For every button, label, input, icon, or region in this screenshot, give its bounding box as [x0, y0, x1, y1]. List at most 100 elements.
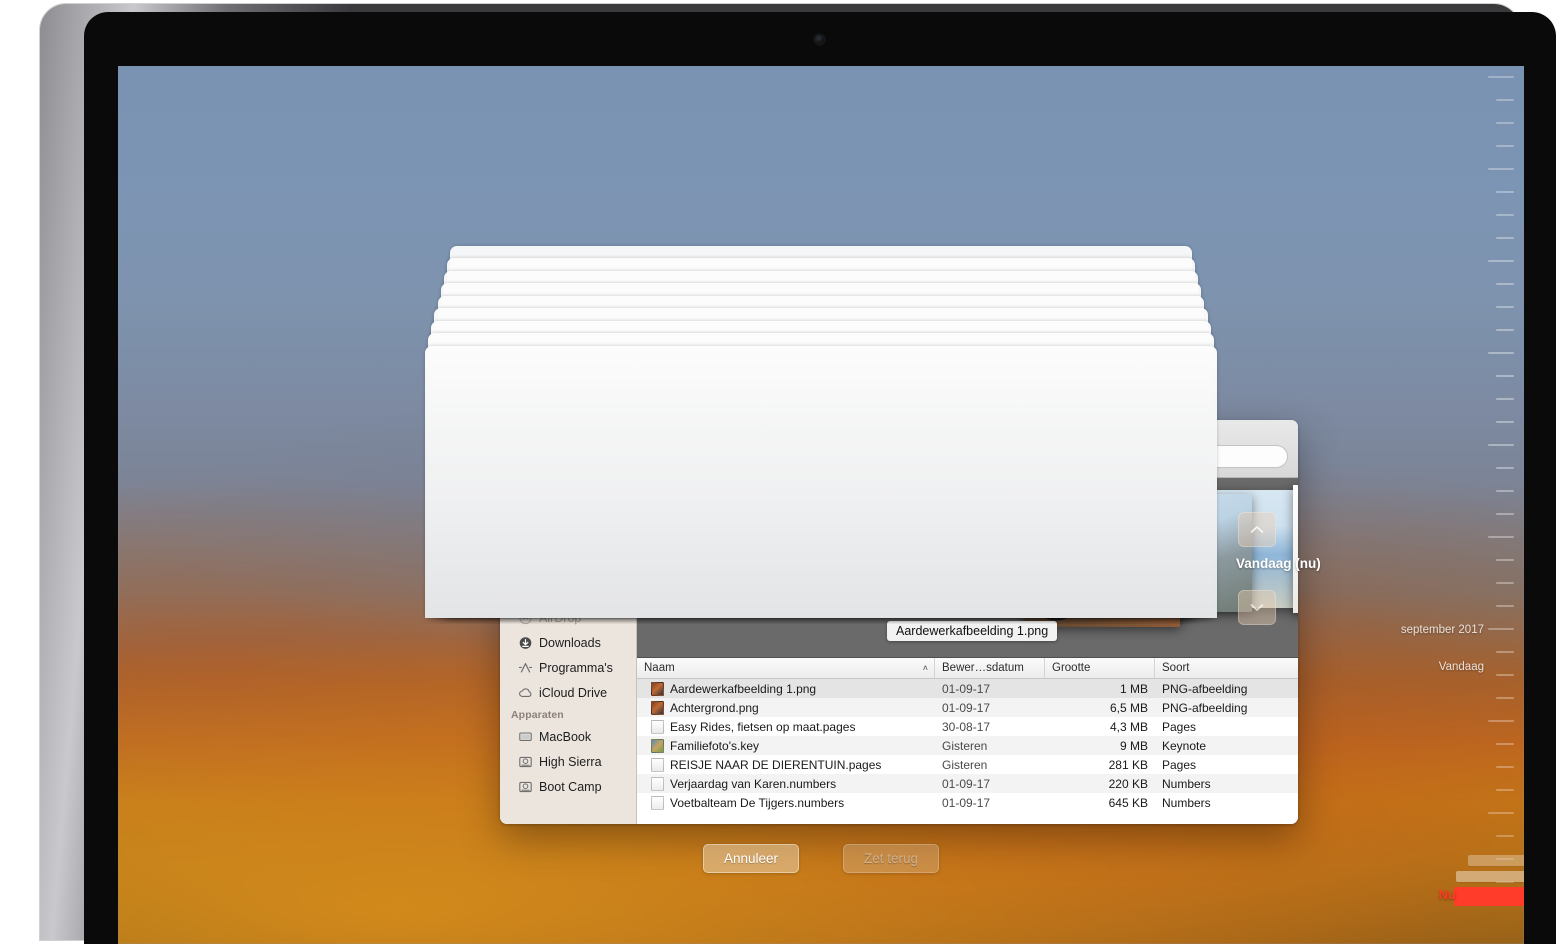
- timeline-tick: [1488, 720, 1514, 722]
- timeline-tick: [1496, 605, 1514, 607]
- file-name: Voetbalteam De Tijgers.numbers: [670, 796, 844, 810]
- cell-size: 645 KB: [1045, 796, 1155, 810]
- timeline-tick: [1496, 674, 1514, 676]
- numbers-doc-icon: [651, 777, 664, 791]
- cell-size: 220 KB: [1045, 777, 1155, 791]
- timeline-now-bar[interactable]: [1454, 887, 1524, 906]
- cell-kind: Pages: [1155, 758, 1298, 772]
- cell-kind: Numbers: [1155, 796, 1298, 810]
- timemachine-previous-button[interactable]: [1238, 512, 1276, 547]
- file-list-pane[interactable]: Naam ˄ Bewer…sdatum Grootte Soort Aardewerka…: [637, 658, 1298, 824]
- numbers-doc-icon: [651, 796, 664, 810]
- icloud-icon: [518, 686, 533, 700]
- sidebar-item-macbook[interactable]: MacBook: [500, 724, 636, 749]
- timeline-tick: [1488, 536, 1514, 538]
- timeline-tick: [1488, 352, 1514, 354]
- restore-button[interactable]: Zet terug: [843, 844, 939, 873]
- timeline-tick: [1496, 582, 1514, 584]
- applications-icon: [518, 661, 533, 675]
- table-row[interactable]: Aardewerkafbeelding 1.png01-09-171 MBPNG…: [637, 679, 1298, 698]
- timemachine-action-bar: Annuleer Zet terug: [118, 844, 1524, 873]
- cell-kind: Keynote: [1155, 739, 1298, 753]
- keynote-doc-icon: [651, 739, 664, 753]
- cell-kind: PNG-afbeelding: [1155, 682, 1298, 696]
- harddisk-icon: [518, 755, 533, 769]
- timeline-tick: [1496, 214, 1514, 216]
- cell-name: Aardewerkafbeelding 1.png: [637, 682, 935, 696]
- file-name: Easy Rides, fietsen op maat.pages: [670, 720, 855, 734]
- sidebar-item-icloud-drive[interactable]: iCloud Drive: [500, 680, 636, 705]
- timeline-tick: [1488, 168, 1514, 170]
- column-header-size[interactable]: Grootte: [1045, 658, 1155, 678]
- timeline-tick: [1496, 513, 1514, 515]
- table-row[interactable]: Familiefoto's.keyGisteren9 MBKeynote: [637, 736, 1298, 755]
- downloads-icon: [518, 636, 533, 650]
- cell-date: Gisteren: [935, 739, 1045, 753]
- column-header-label: Naam: [644, 662, 675, 674]
- timeline-tick: [1496, 651, 1514, 653]
- timeline-tick: [1496, 743, 1514, 745]
- sidebar-item-high-sierra[interactable]: High Sierra: [500, 749, 636, 774]
- table-row[interactable]: Achtergrond.png01-09-176,5 MBPNG-afbeeld…: [637, 698, 1298, 717]
- column-header-label: Bewer…sdatum: [942, 662, 1024, 674]
- cell-kind: Numbers: [1155, 777, 1298, 791]
- timeline-tick: [1496, 237, 1514, 239]
- cell-date: 30-08-17: [935, 720, 1045, 734]
- sidebar-item-downloads[interactable]: Downloads: [500, 630, 636, 655]
- timeline-tick: [1496, 306, 1514, 308]
- timeline-tick: [1496, 835, 1514, 837]
- macbook-icon: [518, 730, 533, 744]
- timeline-tick: [1488, 260, 1514, 262]
- chevron-down-icon: [1250, 603, 1264, 612]
- timeline-tick: [1496, 145, 1514, 147]
- sidebar-item-boot-camp[interactable]: Boot Camp: [500, 774, 636, 799]
- window-stack-sheet[interactable]: [425, 346, 1217, 618]
- facetime-camera-icon: [815, 35, 824, 44]
- cell-date: 01-09-17: [935, 777, 1045, 791]
- sidebar-item-programma-s[interactable]: Programma's: [500, 655, 636, 680]
- column-header-kind[interactable]: Soort: [1155, 658, 1298, 678]
- sidebar-item-label: Boot Camp: [539, 780, 602, 794]
- timeline-tick: [1496, 375, 1514, 377]
- table-row[interactable]: Easy Rides, fietsen op maat.pages 30-08-1…: [637, 717, 1298, 736]
- timeline-tick: [1496, 191, 1514, 193]
- pages-doc-icon: [651, 758, 664, 772]
- column-headers[interactable]: Naam ˄ Bewer…sdatum Grootte Soort: [637, 658, 1298, 679]
- timeline-tick: [1496, 467, 1514, 469]
- file-name: Familiefoto's.key: [670, 739, 759, 753]
- timeline-tick: [1488, 812, 1514, 814]
- file-name: Achtergrond.png: [670, 701, 759, 715]
- cell-date: 01-09-17: [935, 796, 1045, 810]
- table-row[interactable]: Voetbalteam De Tijgers.numbers 01-09-1764…: [637, 793, 1298, 812]
- column-header-name[interactable]: Naam ˄: [637, 658, 935, 678]
- sidebar-item-label: Programma's: [539, 661, 613, 675]
- file-rows[interactable]: Aardewerkafbeelding 1.png01-09-171 MBPNG…: [637, 679, 1298, 812]
- harddisk-icon: [518, 780, 533, 794]
- sidebar-item-label: High Sierra: [539, 755, 602, 769]
- applications-icon: [518, 661, 533, 675]
- coverflow-selected-label: Aardewerkafbeelding 1.png: [887, 621, 1057, 641]
- timeline-tick: [1496, 398, 1514, 400]
- cell-name: Achtergrond.png: [637, 701, 935, 715]
- sidebar-item-label: Downloads: [539, 636, 601, 650]
- timeline-tick: [1488, 628, 1514, 630]
- time-machine-timeline[interactable]: september 2017Vandaag Nu: [1432, 66, 1524, 944]
- timeline-tick: [1488, 76, 1514, 78]
- cell-size: 281 KB: [1045, 758, 1155, 772]
- column-header-date[interactable]: Bewer…sdatum: [935, 658, 1045, 678]
- column-header-label: Grootte: [1052, 662, 1090, 674]
- timeline-date-label: september 2017: [1401, 624, 1484, 636]
- timeline-tick: [1496, 329, 1514, 331]
- timemachine-next-button[interactable]: [1238, 590, 1276, 625]
- cell-kind: Pages: [1155, 720, 1298, 734]
- macbook-icon: [518, 730, 533, 744]
- cancel-button[interactable]: Annuleer: [703, 844, 799, 873]
- table-row[interactable]: Verjaardag van Karen.numbers01-09-17220 …: [637, 774, 1298, 793]
- sort-ascending-icon: ˄: [923, 663, 928, 673]
- cell-kind: PNG-afbeelding: [1155, 701, 1298, 715]
- coverflow-item-tijgers[interactable]: [1293, 485, 1298, 613]
- cell-date: 01-09-17: [935, 701, 1045, 715]
- timeline-date-label: Vandaag: [1439, 661, 1484, 673]
- timeline-tick: [1488, 444, 1514, 446]
- table-row[interactable]: REISJE NAAR DE DIERENTUIN.pagesGisteren2…: [637, 755, 1298, 774]
